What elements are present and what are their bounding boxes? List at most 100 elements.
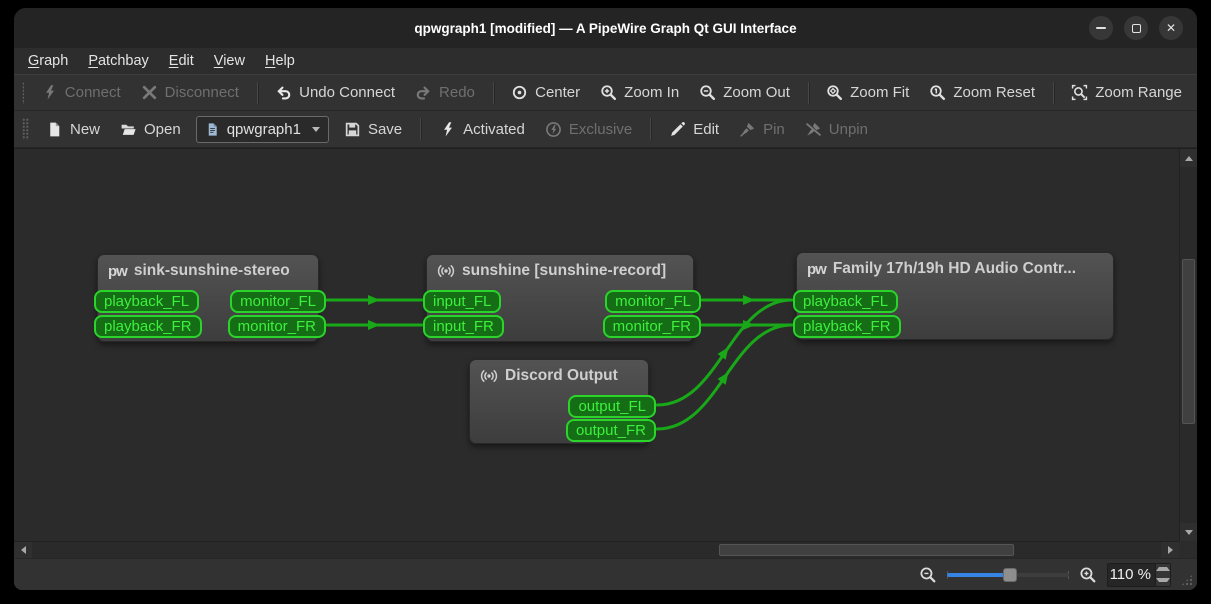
app-window: qpwgraph1 [modified] — A PipeWire Graph …: [14, 8, 1197, 590]
pin-button[interactable]: Pin: [730, 115, 794, 144]
port-input-fr[interactable]: input_FR: [423, 315, 504, 338]
exclusive-icon: [545, 121, 562, 138]
patchbay-toolbar: New Open qpwgraph1 Save Activated Exclus…: [14, 111, 1197, 148]
node-title: Family 17h/19h HD Audio Contr...: [833, 260, 1076, 278]
broadcast-icon: [480, 367, 498, 385]
port-output-fl[interactable]: output_FL: [568, 395, 656, 418]
status-bar: 110 %: [14, 558, 1197, 590]
spin-up-button[interactable]: [1156, 564, 1170, 575]
minimize-button[interactable]: [1089, 16, 1113, 40]
port-monitor-fl[interactable]: monitor_FL: [230, 290, 326, 313]
menu-edit[interactable]: Edit: [159, 50, 204, 72]
node-title: sunshine [sunshine-record]: [462, 262, 666, 280]
zoom-reset-icon: [929, 84, 946, 101]
scrollbar-corner: [1179, 541, 1197, 558]
zoom-slider-fill: [947, 573, 1010, 577]
undo-connect-button[interactable]: Undo Connect: [266, 78, 404, 107]
toolbar-drag-handle[interactable]: [22, 118, 29, 140]
close-button[interactable]: ✕: [1159, 16, 1183, 40]
broadcast-icon: [437, 262, 455, 280]
port-monitor-fr[interactable]: monitor_FR: [603, 315, 701, 338]
disconnect-icon: [141, 84, 158, 101]
minimize-icon: [1096, 27, 1106, 29]
resize-grip[interactable]: [1181, 574, 1193, 586]
patchbay-file-icon: [205, 122, 220, 137]
port-input-fl[interactable]: input_FL: [423, 290, 501, 313]
menu-patchbay[interactable]: Patchbay: [78, 50, 158, 72]
center-icon: [511, 84, 528, 101]
redo-icon: [415, 84, 432, 101]
scroll-right-button[interactable]: [1161, 542, 1179, 558]
arrow-right-icon: [1168, 546, 1173, 554]
zoom-fit-button[interactable]: Zoom Fit: [817, 78, 918, 107]
patchbay-profile-dropdown[interactable]: qpwgraph1: [196, 116, 329, 143]
window-title: qpwgraph1 [modified] — A PipeWire Graph …: [414, 21, 796, 36]
horizontal-scrollbar-thumb[interactable]: [719, 544, 1014, 556]
exclusive-button[interactable]: Exclusive: [536, 115, 641, 144]
node-title: sink-sunshine-stereo: [134, 262, 290, 280]
zoom-out-button[interactable]: Zoom Out: [690, 78, 799, 107]
arrow-up-icon: [1156, 567, 1170, 571]
horizontal-scrollbar[interactable]: [14, 541, 1179, 558]
edit-button[interactable]: Edit: [660, 115, 728, 144]
menu-view[interactable]: View: [204, 50, 255, 72]
zoom-range-button[interactable]: Zoom Range: [1062, 78, 1191, 107]
port-playback-fl[interactable]: playback_FL: [793, 290, 898, 313]
zoom-slider-handle[interactable]: [1003, 568, 1017, 582]
activated-button[interactable]: Activated: [430, 115, 534, 144]
zoom-in-icon: [600, 84, 617, 101]
scroll-down-button[interactable]: [1180, 523, 1197, 541]
title-bar[interactable]: qpwgraph1 [modified] — A PipeWire Graph …: [14, 8, 1197, 48]
vertical-scrollbar-thumb[interactable]: [1182, 259, 1195, 424]
zoom-in-button[interactable]: Zoom In: [591, 78, 688, 107]
vertical-scrollbar[interactable]: [1179, 149, 1197, 541]
arrow-down-icon: [1156, 578, 1170, 582]
zoom-reset-button[interactable]: Zoom Reset: [920, 78, 1044, 107]
port-playback-fr[interactable]: playback_FR: [793, 315, 901, 338]
chevron-down-icon: [312, 127, 320, 132]
graph-toolbar: Connect Disconnect Undo Connect Redo Cen…: [14, 74, 1197, 111]
zoom-out-icon: [699, 84, 716, 101]
menu-graph[interactable]: Graph: [18, 50, 78, 72]
scroll-up-button[interactable]: [1180, 149, 1197, 167]
new-button[interactable]: New: [37, 115, 109, 144]
port-playback-fr[interactable]: playback_FR: [94, 315, 202, 338]
menu-help[interactable]: Help: [255, 50, 305, 72]
redo-button[interactable]: Redo: [406, 78, 484, 107]
graph-canvas[interactable]: pw sink-sunshine-stereo playback_FL play…: [14, 148, 1197, 558]
save-icon: [344, 121, 361, 138]
pipewire-icon: pw: [108, 263, 127, 280]
toolbar-drag-handle[interactable]: [22, 82, 24, 104]
connect-button[interactable]: Connect: [32, 78, 130, 107]
port-output-fr[interactable]: output_FR: [566, 419, 656, 442]
open-button[interactable]: Open: [111, 115, 190, 144]
close-icon: ✕: [1166, 21, 1176, 35]
connect-icon: [41, 84, 58, 101]
zoom-spinbox[interactable]: 110 %: [1107, 563, 1171, 587]
toolbar-separator: [650, 118, 651, 140]
scroll-left-button[interactable]: [14, 542, 32, 558]
zoom-out-small-icon[interactable]: [919, 566, 937, 584]
center-button[interactable]: Center: [502, 78, 589, 107]
save-button[interactable]: Save: [335, 115, 411, 144]
window-controls: ✕: [1089, 16, 1183, 40]
edit-icon: [669, 121, 686, 138]
node-discord-output[interactable]: Discord Output output_FL output_FR: [469, 359, 649, 444]
open-folder-icon: [120, 121, 137, 138]
activated-icon: [439, 121, 456, 138]
node-sink-sunshine-stereo[interactable]: pw sink-sunshine-stereo playback_FL play…: [97, 254, 319, 342]
arrow-down-icon: [1185, 530, 1193, 535]
node-sunshine[interactable]: sunshine [sunshine-record] input_FL inpu…: [426, 254, 694, 342]
unpin-button[interactable]: Unpin: [796, 115, 877, 144]
maximize-icon: [1132, 24, 1141, 33]
pipewire-icon: pw: [807, 261, 826, 278]
zoom-in-small-icon[interactable]: [1079, 566, 1097, 584]
port-monitor-fr[interactable]: monitor_FR: [228, 315, 326, 338]
spin-down-button[interactable]: [1156, 575, 1170, 586]
zoom-slider[interactable]: [947, 566, 1069, 584]
port-monitor-fl[interactable]: monitor_FL: [605, 290, 701, 313]
disconnect-button[interactable]: Disconnect: [132, 78, 248, 107]
node-family-hd-audio[interactable]: pw Family 17h/19h HD Audio Contr... play…: [796, 252, 1114, 340]
maximize-button[interactable]: [1124, 16, 1148, 40]
port-playback-fl[interactable]: playback_FL: [94, 290, 199, 313]
